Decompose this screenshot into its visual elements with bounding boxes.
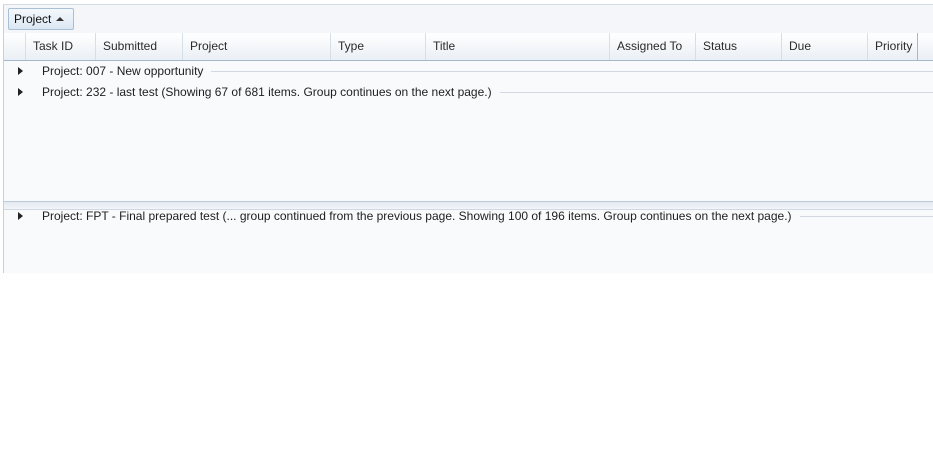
expander-column-header: [4, 33, 26, 60]
group-row-label: Project: 007 - New opportunity: [42, 64, 204, 78]
group-chip-label: Project: [14, 12, 52, 26]
column-header-row: Task ID Submitted Project Type Title Ass…: [4, 33, 933, 61]
group-row[interactable]: Project: 232 - last test (Showing 67 of …: [4, 82, 933, 102]
group-row-label: Project: FPT - Final prepared test (... …: [42, 209, 792, 223]
column-header-project[interactable]: Project: [183, 33, 331, 60]
column-header-title[interactable]: Title: [426, 33, 610, 60]
group-divider: [211, 70, 933, 72]
group-divider: [799, 215, 933, 217]
sort-ascending-icon: [56, 16, 65, 21]
expand-arrow-icon[interactable]: [9, 61, 31, 81]
column-header-task-id[interactable]: Task ID: [26, 33, 96, 60]
group-by-panel: Project: [4, 5, 933, 33]
task-grid: Project Task ID Submitted Project Type T…: [3, 4, 933, 273]
column-header-priority[interactable]: Priority: [868, 33, 918, 60]
group-row[interactable]: Project: 007 - New opportunity: [4, 61, 933, 81]
expand-arrow-icon[interactable]: [9, 206, 31, 226]
group-row[interactable]: Project: FPT - Final prepared test (... …: [4, 206, 933, 226]
group-divider: [499, 91, 933, 93]
column-header-assigned-to[interactable]: Assigned To: [610, 33, 696, 60]
group-row-label: Project: 232 - last test (Showing 67 of …: [42, 85, 492, 99]
expand-arrow-icon[interactable]: [9, 82, 31, 102]
column-header-type[interactable]: Type: [331, 33, 426, 60]
column-header-submitted[interactable]: Submitted: [96, 33, 183, 60]
column-header-status[interactable]: Status: [696, 33, 782, 60]
column-header-due[interactable]: Due: [782, 33, 868, 60]
group-by-project-chip[interactable]: Project: [8, 8, 74, 30]
